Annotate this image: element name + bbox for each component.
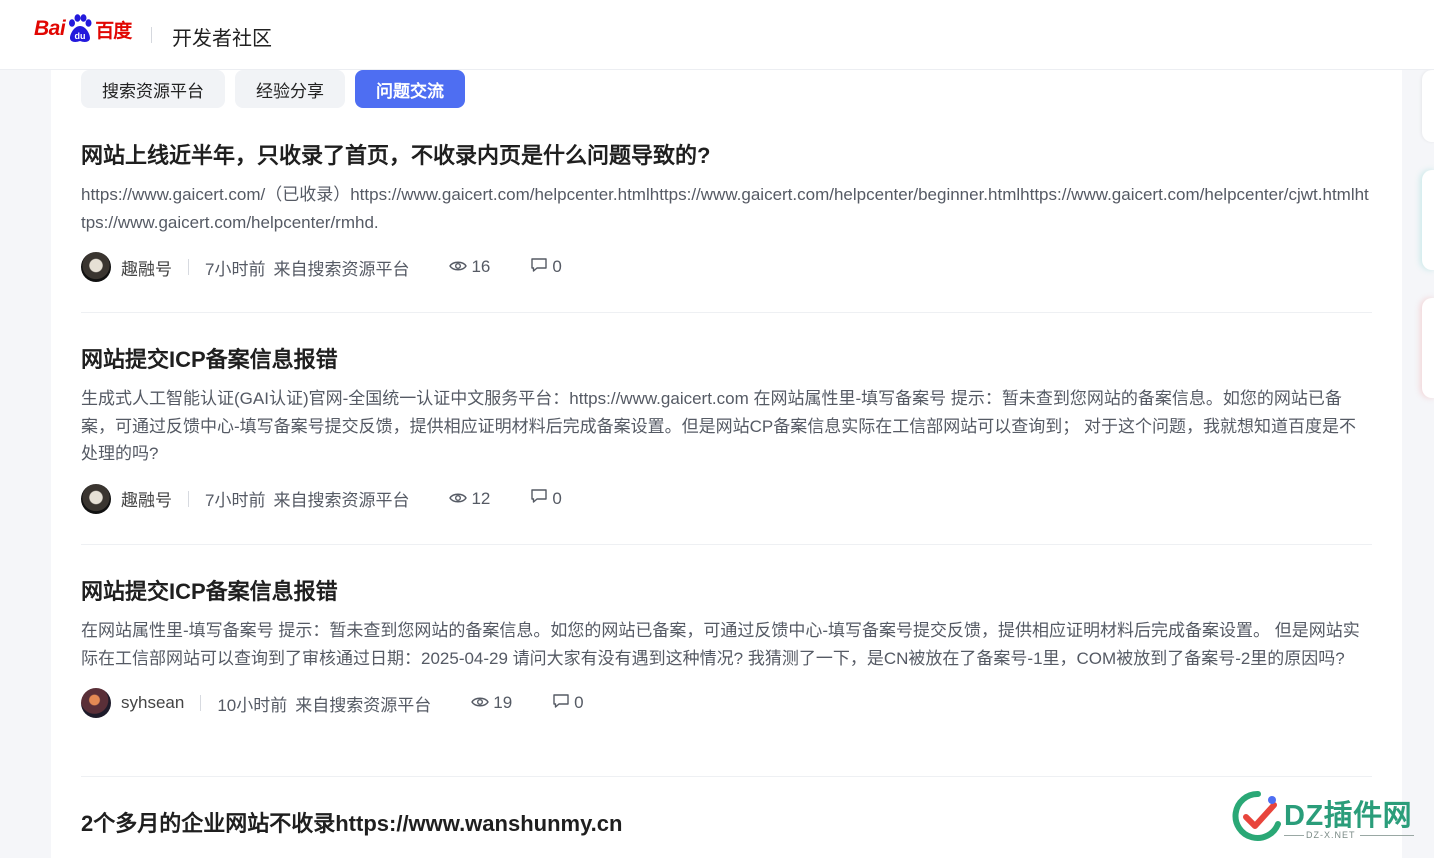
category-tabs: 搜索资源平台 经验分享 问题交流 [81,70,465,108]
view-count: 16 [449,257,490,277]
side-panel-tab[interactable] [1422,70,1434,142]
comment-icon [552,693,570,714]
svg-text:du: du [75,31,86,41]
comment-count[interactable]: 0 [530,488,562,509]
baidu-logo[interactable]: Bai du 百度 [34,12,134,46]
post-source: 来自搜索资源平台 [273,491,410,510]
post-title[interactable]: 网站提交ICP备案信息报错 [81,577,1372,607]
header-divider [151,27,152,43]
avatar[interactable] [81,688,111,718]
comment-icon [530,257,548,278]
post-meta: 趣融号 7小时前 来自搜索资源平台 16 0 [81,252,1372,282]
post-title[interactable]: 网站上线近半年，只收录了首页，不收录内页是什么问题导致的? [81,141,1372,171]
logo-text-baidu: 百度 [95,20,132,42]
eye-icon [449,489,468,509]
avatar[interactable] [81,252,111,282]
tab-experience-sharing[interactable]: 经验分享 [235,70,345,108]
post-title[interactable]: 网站提交ICP备案信息报错 [81,345,1372,375]
post-summary[interactable]: 在网站属性里-填写备案号 提示：暂未查到您网站的备案信息。如您的网站已备案，可通… [81,617,1372,672]
watermark-text: DZ插件网 [1284,800,1413,832]
watermark-check-icon [1232,790,1281,841]
side-panel-tab[interactable] [1422,170,1434,270]
watermark-line [1360,835,1414,836]
post-item[interactable]: 网站提交ICP备案信息报错 在网站属性里-填写备案号 提示：暂未查到您网站的备案… [81,577,1372,718]
comment-count-value: 0 [552,257,562,276]
post-source: 来自搜索资源平台 [295,695,432,715]
comment-count-value: 0 [552,488,562,508]
baidu-paw-icon: du [66,14,94,44]
meta-separator [188,490,189,507]
comment-count[interactable]: 0 [552,693,584,714]
watermark-logo: DZ插件网 DZ-X.NET [1232,790,1422,848]
side-panel-tab[interactable] [1422,298,1434,398]
page-title[interactable]: 开发者社区 [172,22,272,51]
tab-question-exchange[interactable]: 问题交流 [355,70,465,108]
comment-icon [530,488,548,509]
post-item[interactable]: 网站提交ICP备案信息报错 生成式人工智能认证(GAI认证)官网-全国统一认证中… [81,345,1372,514]
post-meta: syhsean 10小时前 来自搜索资源平台 19 0 [81,688,1372,718]
watermark-line [1284,835,1304,836]
post-summary[interactable]: 生成式人工智能认证(GAI认证)官网-全国统一认证中文服务平台：https://… [81,385,1372,468]
eye-icon [471,693,490,713]
comment-count-value: 0 [574,693,584,712]
watermark-subtext: DZ-X.NET [1306,830,1356,840]
author-name[interactable]: 趣融号 [121,486,172,511]
post-item[interactable]: 2个多月的企业网站不收录https://www.wanshunmy.cn [81,809,1372,839]
post-divider [81,312,1372,313]
author-name[interactable]: 趣融号 [121,255,172,280]
post-time: 7小时前 [205,491,266,510]
main-content: 搜索资源平台 经验分享 问题交流 网站上线近半年，只收录了首页，不收录内页是什么… [51,70,1402,858]
post-meta: 趣融号 7小时前 来自搜索资源平台 12 0 [81,483,1372,514]
meta-separator [188,259,189,275]
eye-icon [449,257,468,277]
comment-count[interactable]: 0 [530,257,562,278]
view-count-value: 16 [471,257,491,276]
post-summary[interactable]: https://www.gaicert.com/（已收录）https://www… [81,181,1372,236]
post-source: 来自搜索资源平台 [273,259,410,279]
post-time: 10小时前 [217,695,288,715]
post-divider [81,544,1372,545]
tab-search-resource-platform[interactable]: 搜索资源平台 [81,70,225,108]
logo-text-bai: Bai [34,17,66,40]
view-count-value: 12 [471,488,491,508]
post-item[interactable]: 网站上线近半年，只收录了首页，不收录内页是什么问题导致的? https://ww… [81,141,1372,282]
top-header: Bai du 百度 开发者社区 [0,0,1434,70]
meta-separator [200,695,202,711]
author-name[interactable]: syhsean [121,693,184,713]
view-count-value: 19 [493,693,513,712]
post-time: 7小时前 [205,259,266,279]
post-title[interactable]: 2个多月的企业网站不收录https://www.wanshunmy.cn [81,809,1372,839]
post-divider [81,776,1372,777]
view-count: 12 [449,489,490,509]
avatar[interactable] [81,483,111,514]
view-count: 19 [471,693,512,713]
